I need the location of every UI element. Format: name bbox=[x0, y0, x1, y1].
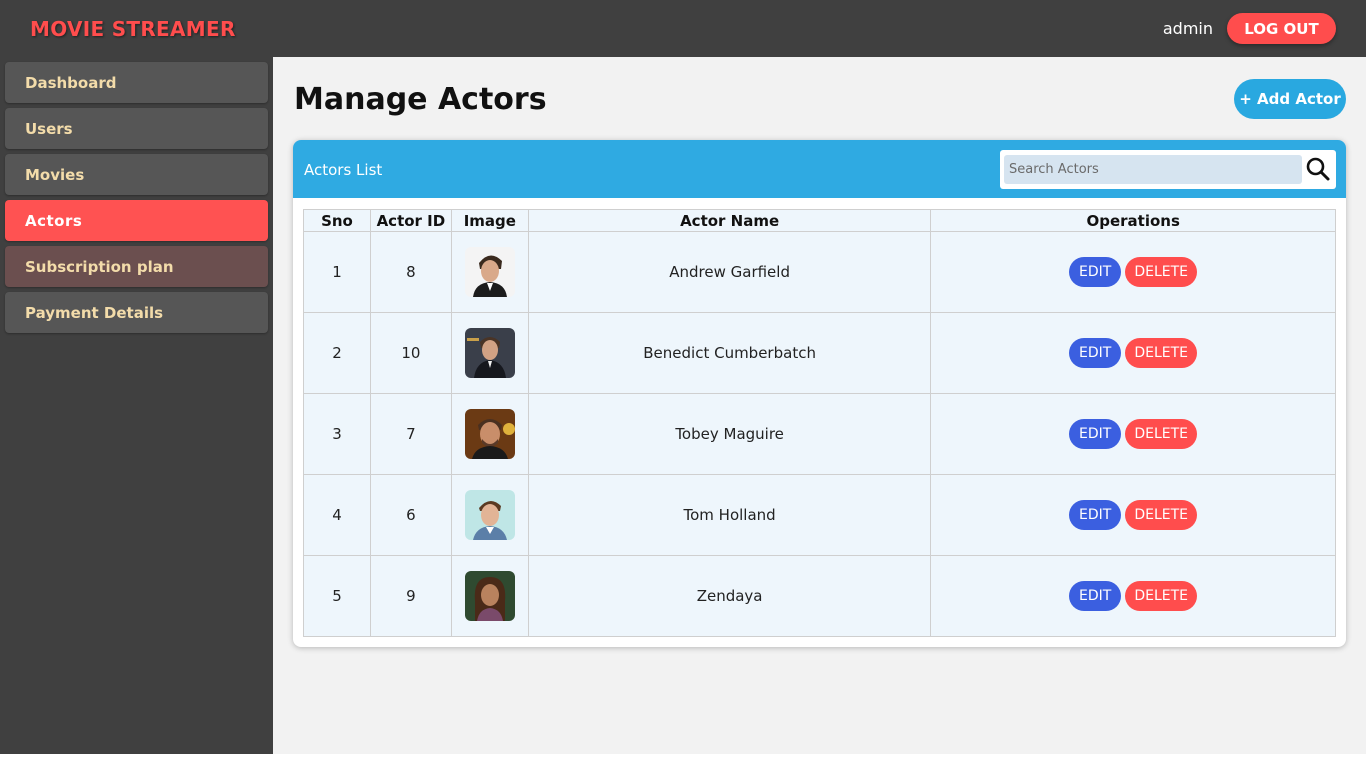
cell-sno: 5 bbox=[303, 555, 371, 637]
add-actor-button[interactable]: + Add Actor bbox=[1234, 79, 1346, 119]
sidebar-item-dashboard[interactable]: Dashboard bbox=[5, 62, 268, 103]
actors-card: Actors List Sno Actor ID Image Actor Nam… bbox=[293, 140, 1346, 647]
sidebar-item-users[interactable]: Users bbox=[5, 108, 268, 149]
cell-operations: EDIT DELETE bbox=[930, 555, 1336, 637]
cell-operations: EDIT DELETE bbox=[930, 393, 1336, 475]
bottom-strip bbox=[0, 754, 1366, 768]
card-title: Actors List bbox=[304, 161, 383, 179]
edit-button[interactable]: EDIT bbox=[1069, 419, 1122, 449]
table-header-row: Sno Actor ID Image Actor Name Operations bbox=[303, 209, 1336, 232]
edit-button[interactable]: EDIT bbox=[1069, 581, 1122, 611]
column-header-sno: Sno bbox=[303, 209, 371, 232]
delete-button[interactable]: DELETE bbox=[1125, 581, 1198, 611]
table-row: 5 9 Zendaya EDIT DELETE bbox=[303, 555, 1336, 637]
app-brand: MOVIE STREAMER bbox=[30, 17, 236, 41]
column-header-actor-name: Actor Name bbox=[527, 209, 932, 232]
cell-image bbox=[450, 555, 529, 637]
delete-button[interactable]: DELETE bbox=[1125, 257, 1198, 287]
actor-photo bbox=[464, 328, 515, 378]
actors-table: Sno Actor ID Image Actor Name Operations… bbox=[303, 209, 1336, 637]
sidebar-item-subscription-plan[interactable]: Subscription plan bbox=[5, 246, 268, 287]
table-row: 2 10 Benedict Cumberbatch EDIT DELETE bbox=[303, 312, 1336, 394]
cell-image bbox=[450, 393, 529, 475]
delete-button[interactable]: DELETE bbox=[1125, 419, 1198, 449]
cell-sno: 3 bbox=[303, 393, 371, 475]
cell-actor-name: Tobey Maguire bbox=[527, 393, 932, 475]
actor-photo bbox=[464, 409, 515, 459]
table-row: 3 7 Tobey Maguire EDIT DELETE bbox=[303, 393, 1336, 475]
cell-operations: EDIT DELETE bbox=[930, 231, 1336, 313]
table-row: 4 6 Tom Holland EDIT DELETE bbox=[303, 474, 1336, 556]
search-icon[interactable] bbox=[1305, 156, 1331, 182]
cell-sno: 2 bbox=[303, 312, 371, 394]
cell-image bbox=[450, 231, 529, 313]
cell-actor-name: Tom Holland bbox=[527, 474, 932, 556]
column-header-operations: Operations bbox=[930, 209, 1336, 232]
cell-actor-name: Andrew Garfield bbox=[527, 231, 932, 313]
current-user: admin bbox=[1162, 19, 1213, 38]
column-header-image: Image bbox=[450, 209, 529, 232]
top-bar: MOVIE STREAMER admin LOG OUT bbox=[0, 0, 1366, 57]
search-input[interactable] bbox=[1004, 155, 1302, 184]
sidebar: Dashboard Users Movies Actors Subscripti… bbox=[0, 57, 273, 754]
cell-image bbox=[450, 474, 529, 556]
cell-operations: EDIT DELETE bbox=[930, 312, 1336, 394]
cell-actor-name: Benedict Cumberbatch bbox=[527, 312, 932, 394]
logout-button[interactable]: LOG OUT bbox=[1227, 13, 1336, 44]
page-title: Manage Actors bbox=[294, 82, 547, 117]
cell-sno: 4 bbox=[303, 474, 371, 556]
sidebar-item-payment-details[interactable]: Payment Details bbox=[5, 292, 268, 333]
cell-image bbox=[450, 312, 529, 394]
column-header-actor-id: Actor ID bbox=[369, 209, 452, 232]
cell-sno: 1 bbox=[303, 231, 371, 313]
actor-photo bbox=[464, 490, 515, 540]
table-row: 1 8 Andrew Garfield EDIT DELETE bbox=[303, 231, 1336, 313]
delete-button[interactable]: DELETE bbox=[1125, 338, 1198, 368]
sidebar-item-movies[interactable]: Movies bbox=[5, 154, 268, 195]
cell-actor-id: 9 bbox=[369, 555, 452, 637]
actor-photo bbox=[464, 247, 515, 297]
sidebar-item-actors[interactable]: Actors bbox=[5, 200, 268, 241]
cell-actor-id: 6 bbox=[369, 474, 452, 556]
search-box bbox=[1000, 150, 1336, 189]
cell-actor-id: 8 bbox=[369, 231, 452, 313]
edit-button[interactable]: EDIT bbox=[1069, 257, 1122, 287]
edit-button[interactable]: EDIT bbox=[1069, 338, 1122, 368]
card-header: Actors List bbox=[293, 140, 1346, 198]
delete-button[interactable]: DELETE bbox=[1125, 500, 1198, 530]
actor-photo bbox=[464, 571, 515, 621]
cell-actor-id: 10 bbox=[369, 312, 452, 394]
cell-operations: EDIT DELETE bbox=[930, 474, 1336, 556]
cell-actor-id: 7 bbox=[369, 393, 452, 475]
edit-button[interactable]: EDIT bbox=[1069, 500, 1122, 530]
cell-actor-name: Zendaya bbox=[527, 555, 932, 637]
